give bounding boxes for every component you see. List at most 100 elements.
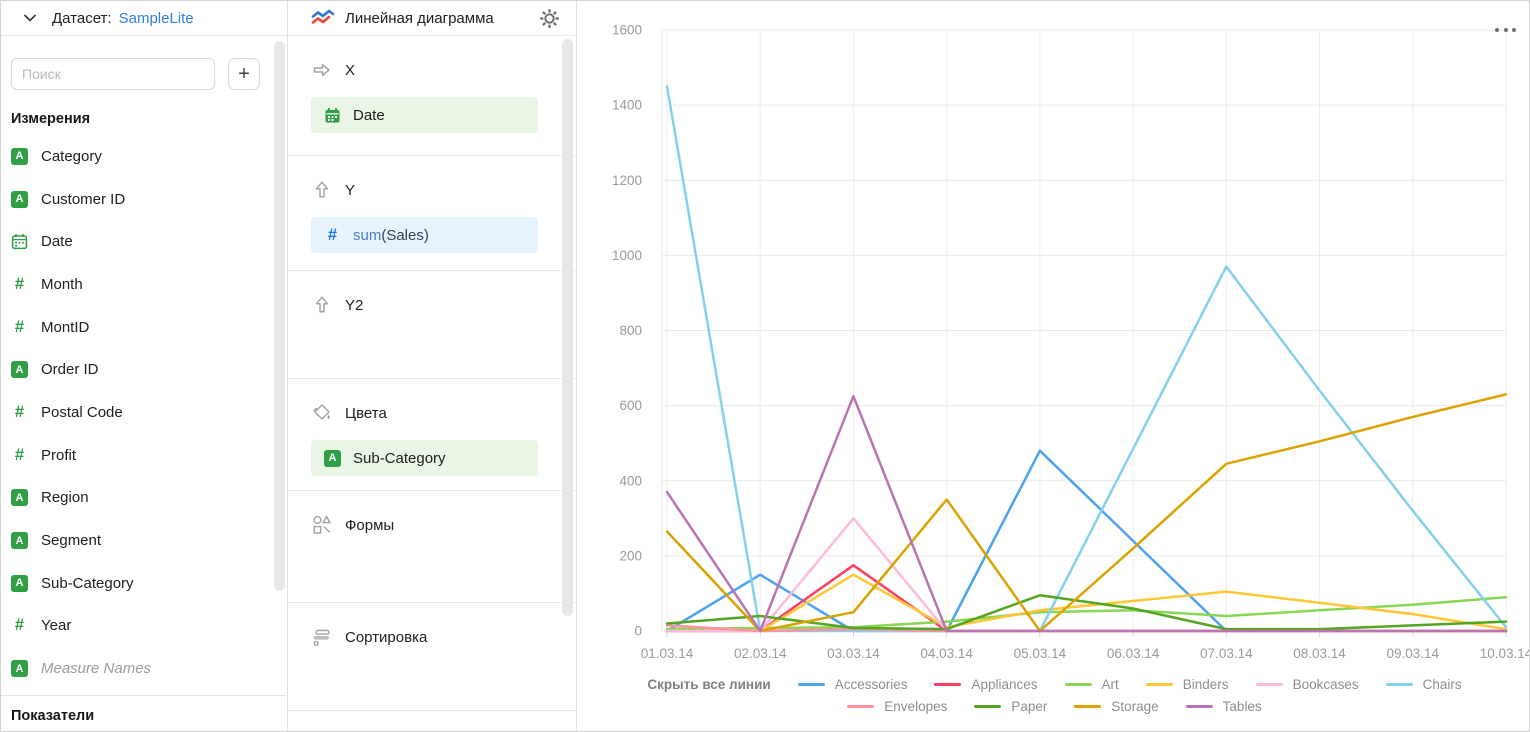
legend-item-envelopes[interactable]: Envelopes bbox=[847, 699, 947, 714]
section-sort-label: Сортировка bbox=[345, 629, 427, 646]
x-field-chip[interactable]: Date bbox=[311, 97, 538, 133]
y-axis-tick-label: 200 bbox=[619, 548, 642, 563]
chart-type-title[interactable]: Линейная диаграмма bbox=[345, 10, 539, 27]
field-item[interactable]: #Postal Code bbox=[11, 391, 261, 434]
field-item-label: Sub-Category bbox=[41, 575, 134, 592]
colors-field-chip[interactable]: A Sub-Category bbox=[311, 440, 538, 476]
field-item[interactable]: ACategory bbox=[11, 135, 261, 178]
chart-menu-button[interactable] bbox=[1495, 28, 1516, 32]
field-item-label: Postal Code bbox=[41, 404, 123, 421]
string-field-icon: A bbox=[11, 489, 28, 506]
section-sort: Сортировка bbox=[288, 603, 576, 711]
config-panel-scrollbar[interactable] bbox=[562, 39, 573, 616]
field-item[interactable]: #Month bbox=[11, 263, 261, 306]
x-axis-tick-label: 09.03.14 bbox=[1386, 646, 1439, 661]
field-item[interactable]: AMeasure Names bbox=[11, 647, 261, 690]
string-field-icon: A bbox=[11, 575, 28, 592]
y-field-label: sum(Sales) bbox=[353, 227, 429, 244]
chart-preview-area: 0200400600800100012001400160001.03.1402.… bbox=[578, 1, 1530, 732]
section-y2: Y2 bbox=[288, 271, 576, 379]
dataset-panel-scrollbar[interactable] bbox=[274, 41, 285, 591]
dimensions-title: Измерения bbox=[11, 111, 90, 127]
line-chart-icon[interactable] bbox=[311, 8, 335, 28]
legend-label: Accessories bbox=[835, 677, 908, 692]
legend-swatch bbox=[847, 705, 874, 708]
field-item[interactable]: #Profit bbox=[11, 434, 261, 477]
legend-swatch bbox=[974, 705, 1001, 708]
number-field-icon: # bbox=[11, 319, 28, 336]
field-item-label: Segment bbox=[41, 532, 101, 549]
chart-type-header: Линейная диаграмма bbox=[288, 1, 576, 36]
legend-swatch bbox=[798, 683, 825, 686]
legend-item-binders[interactable]: Binders bbox=[1146, 677, 1229, 692]
legend-label: Art bbox=[1102, 677, 1119, 692]
field-item-label: Date bbox=[41, 233, 73, 250]
measures-block: Показатели bbox=[1, 695, 286, 724]
x-axis-tick-label: 07.03.14 bbox=[1200, 646, 1253, 661]
legend-label: Tables bbox=[1223, 699, 1262, 714]
legend-item-chairs[interactable]: Chairs bbox=[1386, 677, 1462, 692]
section-y: Y # sum(Sales) bbox=[288, 156, 576, 271]
y-axis-tick-label: 600 bbox=[619, 398, 642, 413]
colors-field-label: Sub-Category bbox=[353, 450, 446, 467]
legend-swatch bbox=[1146, 683, 1173, 686]
field-item[interactable]: ASegment bbox=[11, 519, 261, 562]
section-x-label: X bbox=[345, 62, 355, 79]
legend-label: Storage bbox=[1111, 699, 1158, 714]
search-input[interactable] bbox=[11, 58, 215, 90]
legend-item-accessories[interactable]: Accessories bbox=[798, 677, 908, 692]
y-axis-tick-label: 1400 bbox=[612, 98, 642, 113]
legend-item-storage[interactable]: Storage bbox=[1074, 699, 1158, 714]
field-item[interactable]: #Year bbox=[11, 605, 261, 648]
section-shapes: Формы bbox=[288, 491, 576, 603]
legend-label: Bookcases bbox=[1293, 677, 1359, 692]
gear-icon[interactable] bbox=[539, 8, 560, 29]
section-shapes-label: Формы bbox=[345, 517, 394, 534]
string-field-icon: A bbox=[11, 191, 28, 208]
legend-hide-all-button[interactable]: Скрыть все линии bbox=[647, 677, 770, 692]
arrow-up-icon bbox=[311, 179, 333, 201]
legend-label: Binders bbox=[1183, 677, 1229, 692]
chart-config-panel: Линейная диаграмма X bbox=[288, 1, 577, 732]
legend-label: Chairs bbox=[1423, 677, 1462, 692]
legend-swatch bbox=[1256, 683, 1283, 686]
field-item[interactable]: ARegion bbox=[11, 477, 261, 520]
datalens-wizard-window: Датасет: SampleLite + Измерения ACategor… bbox=[0, 0, 1530, 732]
legend-item-bookcases[interactable]: Bookcases bbox=[1256, 677, 1359, 692]
field-item-label: Order ID bbox=[41, 361, 99, 378]
string-field-icon: A bbox=[11, 148, 28, 165]
x-axis-tick-label: 02.03.14 bbox=[734, 646, 787, 661]
x-axis-tick-label: 10.03.14 bbox=[1480, 646, 1530, 661]
number-field-icon: # bbox=[324, 227, 341, 244]
date-field-icon bbox=[11, 233, 28, 250]
section-colors-label: Цвета bbox=[345, 405, 387, 422]
arrow-up-icon bbox=[311, 294, 333, 316]
legend-swatch bbox=[1065, 683, 1092, 686]
field-item[interactable]: #MontID bbox=[11, 306, 261, 349]
dataset-label: Датасет: bbox=[52, 10, 112, 27]
add-field-button[interactable]: + bbox=[228, 58, 260, 90]
sort-icon bbox=[311, 626, 333, 648]
field-item[interactable]: Date bbox=[11, 220, 261, 263]
legend-swatch bbox=[934, 683, 961, 686]
y-field-chip[interactable]: # sum(Sales) bbox=[311, 217, 538, 253]
legend-label: Paper bbox=[1011, 699, 1047, 714]
y-axis-tick-label: 1600 bbox=[612, 23, 642, 38]
legend-item-appliances[interactable]: Appliances bbox=[934, 677, 1037, 692]
field-item[interactable]: AOrder ID bbox=[11, 348, 261, 391]
legend-item-paper[interactable]: Paper bbox=[974, 699, 1047, 714]
legend-item-art[interactable]: Art bbox=[1065, 677, 1119, 692]
dataset-header: Датасет: SampleLite bbox=[1, 1, 287, 36]
field-item[interactable]: ACustomer ID bbox=[11, 178, 261, 221]
legend-label: Appliances bbox=[971, 677, 1037, 692]
chevron-down-icon[interactable] bbox=[22, 10, 38, 26]
series-line-bookcases[interactable] bbox=[667, 518, 1506, 631]
legend-item-tables[interactable]: Tables bbox=[1186, 699, 1262, 714]
legend-swatch bbox=[1386, 683, 1413, 686]
number-field-icon: # bbox=[11, 276, 28, 293]
y-axis-tick-label: 400 bbox=[619, 473, 642, 488]
field-item[interactable]: A Sub-Category bbox=[11, 562, 261, 605]
field-search-row: + bbox=[11, 58, 277, 90]
shapes-icon bbox=[311, 514, 333, 536]
dataset-name-link[interactable]: SampleLite bbox=[119, 10, 194, 27]
